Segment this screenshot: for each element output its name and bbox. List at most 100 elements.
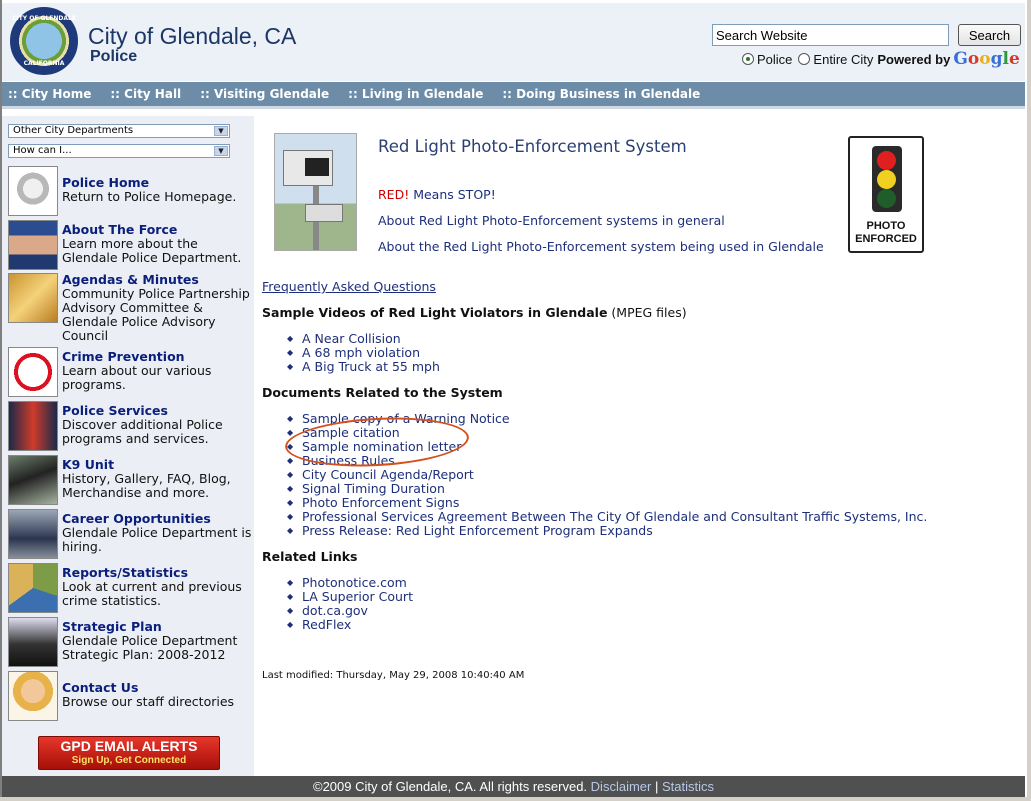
sidebar-item-title[interactable]: About The Force	[62, 223, 254, 237]
nav-living-in-glendale[interactable]: :: Living in Glendale	[348, 87, 483, 101]
operator-icon[interactable]	[8, 671, 58, 721]
green-light-icon	[877, 189, 896, 208]
document-link[interactable]: Photo Enforcement Signs	[286, 496, 927, 511]
departments-select-value: Other City Departments	[13, 125, 134, 136]
related-link[interactable]: RedFlex	[286, 618, 413, 633]
site-title[interactable]: City of Glendale, CA	[88, 23, 296, 50]
seal-bottom-text: CALIFORNIA	[23, 60, 65, 67]
career-icon[interactable]	[8, 509, 58, 559]
videos-list: A Near Collision A 68 mph violation A Bi…	[286, 332, 440, 375]
sidebar-item-desc: Glendale Police Department is hiring.	[62, 525, 252, 554]
statistics-link[interactable]: Statistics	[662, 779, 714, 794]
agenda-icon[interactable]	[8, 273, 58, 323]
faq-link[interactable]: Frequently Asked Questions	[262, 279, 436, 294]
chevron-down-icon[interactable]: ▼	[214, 146, 228, 156]
site-footer: ©2009 City of Glendale, CA. All rights r…	[2, 776, 1025, 797]
sidebar-item-agendas-minutes[interactable]: Agendas & Minutes Community Police Partne…	[8, 273, 254, 343]
search-scope: Police Entire City Powered by Google	[742, 49, 1020, 69]
red-light-icon	[877, 151, 896, 170]
sidebar-item-police-home[interactable]: Police Home Return to Police Homepage.	[8, 166, 254, 216]
window-bottom-edge	[0, 797, 1031, 801]
site-subtitle: Police	[90, 48, 138, 65]
top-navigation: :: City Home :: City Hall :: Visiting Gl…	[2, 82, 1025, 109]
search-input[interactable]	[712, 24, 949, 46]
disclaimer-link[interactable]: Disclaimer	[591, 779, 652, 794]
police-scope-radio[interactable]	[742, 53, 754, 65]
video-link[interactable]: A 68 mph violation	[286, 346, 440, 361]
about-general-link[interactable]: About Red Light Photo-Enforcement system…	[378, 213, 725, 228]
email-alerts-subtitle: Sign Up, Get Connected	[71, 755, 187, 766]
sidebar-item-about-the-force[interactable]: About The Force Learn more about the Glen…	[8, 220, 254, 270]
photo-enforced-sign: PHOTO ENFORCED	[848, 136, 924, 253]
document-link[interactable]: Professional Services Agreement Between …	[286, 510, 927, 525]
sidebar-item-career-opportunities[interactable]: Career Opportunities Glendale Police Depa…	[8, 509, 254, 559]
sidebar-item-desc: Look at current and previous crime stati…	[62, 579, 242, 608]
footer-separator: |	[654, 779, 659, 794]
nav-doing-business[interactable]: :: Doing Business in Glendale	[502, 87, 700, 101]
pie-chart-icon[interactable]	[8, 563, 58, 613]
traffic-light-icon	[872, 146, 902, 212]
sidebar-item-k9-unit[interactable]: K9 Unit History, Gallery, FAQ, Blog, Merc…	[8, 455, 254, 505]
left-sidebar: Other City Departments ▼ How can I... ▼ …	[2, 116, 254, 776]
related-links-heading: Related Links	[262, 549, 358, 564]
sidebar-item-title[interactable]: Reports/Statistics	[62, 566, 254, 580]
sidebar-item-desc: Community Police Partnership Advisory Co…	[62, 286, 250, 343]
related-link[interactable]: dot.ca.gov	[286, 604, 413, 619]
sidebar-item-title[interactable]: Strategic Plan	[62, 620, 254, 634]
sign-text-photo: PHOTO	[866, 220, 906, 232]
sidebar-item-crime-prevention[interactable]: Crime Prevention Learn about our various …	[8, 347, 254, 397]
sidebar-item-title[interactable]: Contact Us	[62, 681, 234, 695]
red-light-camera-photo	[274, 133, 357, 251]
k9-icon[interactable]	[8, 455, 58, 505]
nav-city-hall[interactable]: :: City Hall	[110, 87, 181, 101]
services-icon[interactable]	[8, 401, 58, 451]
police-scope-label[interactable]: Police	[757, 52, 792, 67]
badge-icon[interactable]	[8, 166, 58, 216]
no-burglar-icon[interactable]	[8, 347, 58, 397]
sidebar-item-title[interactable]: Police Home	[62, 176, 236, 190]
sidebar-item-title[interactable]: K9 Unit	[62, 458, 254, 472]
sidebar-item-police-services[interactable]: Police Services Discover additional Polic…	[8, 401, 254, 451]
how-can-i-select[interactable]: How can I... ▼	[8, 144, 230, 158]
city-scope-label[interactable]: Entire City	[813, 52, 873, 67]
sidebar-item-desc: History, Gallery, FAQ, Blog, Merchandise…	[62, 471, 231, 500]
city-seal-logo[interactable]: CITY OF GLENDALE CALIFORNIA	[10, 7, 78, 75]
sidebar-item-title[interactable]: Police Services	[62, 404, 254, 418]
city-scope-radio[interactable]	[798, 53, 811, 65]
sidebar-item-desc: Browse our staff directories	[62, 694, 235, 709]
chevron-down-icon[interactable]: ▼	[214, 126, 228, 136]
sidebar-item-title[interactable]: Agendas & Minutes	[62, 273, 254, 287]
google-logo: Google	[953, 49, 1020, 69]
document-link[interactable]: City Council Agenda/Report	[286, 468, 927, 483]
related-link[interactable]: LA Superior Court	[286, 590, 413, 605]
video-link[interactable]: A Big Truck at 55 mph	[286, 360, 440, 375]
nav-city-home[interactable]: :: City Home	[8, 87, 91, 101]
related-link[interactable]: Photonotice.com	[286, 576, 413, 591]
sidebar-item-strategic-plan[interactable]: Strategic Plan Glendale Police Department…	[8, 617, 254, 667]
nav-visiting-glendale[interactable]: :: Visiting Glendale	[200, 87, 329, 101]
email-alerts-button[interactable]: GPD EMAIL ALERTS Sign Up, Get Connected	[38, 736, 220, 770]
seal-top-text: CITY OF GLENDALE	[12, 15, 76, 22]
videos-note: (MPEG files)	[607, 305, 687, 320]
sidebar-item-title[interactable]: Crime Prevention	[62, 350, 254, 364]
document-link[interactable]: Signal Timing Duration	[286, 482, 927, 497]
camera-flash-unit	[305, 204, 343, 222]
videos-heading: Sample Videos of Red Light Violators in …	[262, 305, 687, 320]
chess-icon[interactable]	[8, 617, 58, 667]
red-means-stop-link[interactable]: RED! Means STOP!	[378, 187, 496, 202]
about-glendale-link[interactable]: About the Red Light Photo-Enforcement sy…	[378, 239, 824, 254]
document-link[interactable]: Press Release: Red Light Enforcement Pro…	[286, 524, 927, 539]
sidebar-item-desc: Return to Police Homepage.	[62, 189, 237, 204]
sidebar-item-contact-us[interactable]: Contact Us Browse our staff directories	[8, 671, 254, 721]
video-link[interactable]: A Near Collision	[286, 332, 440, 347]
sidebar-item-title[interactable]: Career Opportunities	[62, 512, 254, 526]
departments-select[interactable]: Other City Departments ▼	[8, 124, 230, 138]
email-alerts-title: GPD EMAIL ALERTS	[60, 738, 198, 754]
chief-photo-icon[interactable]	[8, 220, 58, 270]
page-title: Red Light Photo-Enforcement System	[378, 137, 687, 156]
search-button[interactable]: Search	[958, 24, 1021, 46]
sidebar-item-desc: Discover additional Police programs and …	[62, 417, 223, 446]
sidebar-item-desc: Learn about our various programs.	[62, 363, 212, 392]
sidebar-item-reports-statistics[interactable]: Reports/Statistics Look at current and pr…	[8, 563, 254, 613]
related-links-list: Photonotice.com LA Superior Court dot.ca…	[286, 576, 413, 633]
